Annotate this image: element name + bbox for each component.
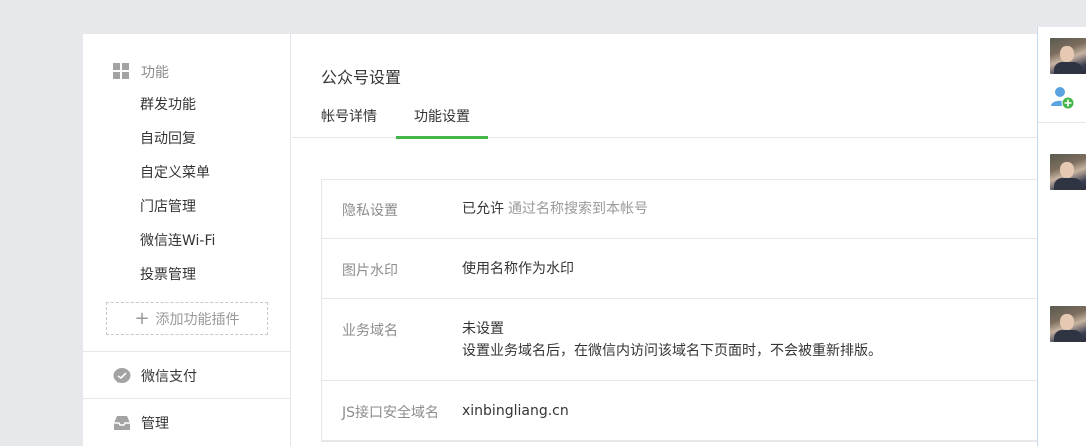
tab-account-details[interactable]: 帐号详情 [321, 106, 377, 138]
add-plugin-button[interactable]: + 添加功能插件 [106, 302, 268, 335]
content-card: 功能 群发功能 自动回复 自定义菜单 门店管理 微信连Wi-Fi 投票管理 + … [82, 33, 1042, 446]
main-content: 公众号设置 帐号详情 功能设置 隐私设置 已允许 通过名称搜索到本帐号 图片水印 … [292, 34, 1041, 446]
right-side-panel [1037, 27, 1086, 446]
sidebar-item-auto-reply[interactable]: 自动回复 [140, 129, 196, 149]
privacy-status: 已允许 [462, 201, 504, 217]
tab-bar: 帐号详情 功能设置 [292, 98, 1041, 139]
avatar[interactable] [1050, 154, 1086, 190]
sidebar-item-mass-send[interactable]: 群发功能 [140, 95, 196, 115]
setting-label: 业务域名 [342, 323, 398, 339]
add-plugin-label: 添加功能插件 [155, 311, 240, 328]
divider [83, 351, 291, 352]
grid-icon [113, 63, 131, 81]
menu-group-function-label: 功能 [141, 65, 169, 81]
sidebar-item-wifi[interactable]: 微信连Wi-Fi [140, 231, 215, 251]
setting-row-privacy: 隐私设置 已允许 通过名称搜索到本帐号 [322, 180, 1041, 239]
divider [83, 398, 291, 399]
setting-value: 已允许 通过名称搜索到本帐号 [462, 198, 648, 220]
setting-row-watermark: 图片水印 使用名称作为水印 [322, 239, 1041, 299]
setting-value: 未设置 设置业务域名后，在微信内访问该域名下页面时，不会被重新排版。 [462, 318, 882, 362]
setting-row-js-domain: JS接口安全域名 xinbingliang.cn [322, 381, 1041, 441]
sidebar-item-wechat-pay[interactable]: 微信支付 [113, 366, 197, 386]
business-domain-status: 未设置 [462, 321, 504, 337]
setting-label: 隐私设置 [342, 203, 398, 219]
sidebar-item-manage[interactable]: 管理 [113, 413, 169, 433]
manage-label: 管理 [141, 416, 169, 432]
setting-value: xinbingliang.cn [462, 403, 569, 419]
page-title: 公众号设置 [321, 68, 402, 87]
privacy-hint: 通过名称搜索到本帐号 [508, 201, 648, 217]
tab-function-settings[interactable]: 功能设置 [396, 106, 488, 139]
business-domain-desc: 设置业务域名后，在微信内访问该域名下页面时，不会被重新排版。 [462, 343, 882, 359]
divider [1038, 122, 1086, 123]
plus-icon: + [134, 307, 150, 329]
setting-value: 使用名称作为水印 [462, 261, 574, 277]
setting-label: JS接口安全域名 [342, 405, 440, 421]
add-user-button[interactable] [1050, 84, 1076, 110]
sidebar-item-vote-manage[interactable]: 投票管理 [140, 265, 196, 285]
wechat-pay-icon [113, 367, 131, 385]
settings-table: 隐私设置 已允许 通过名称搜索到本帐号 图片水印 使用名称作为水印 业务域名 未设… [321, 179, 1041, 442]
menu-group-function: 功能 [113, 62, 169, 82]
sidebar-item-store-manage[interactable]: 门店管理 [140, 197, 196, 217]
setting-row-business-domain: 业务域名 未设置 设置业务域名后，在微信内访问该域名下页面时，不会被重新排版。 [322, 299, 1041, 381]
sidebar-item-custom-menu[interactable]: 自定义菜单 [140, 163, 210, 183]
wechat-pay-label: 微信支付 [141, 369, 197, 385]
add-user-icon [1051, 87, 1075, 110]
inbox-icon [113, 414, 131, 432]
avatar[interactable] [1050, 38, 1086, 74]
avatar[interactable] [1050, 306, 1086, 342]
setting-label: 图片水印 [342, 263, 398, 279]
sidebar: 功能 群发功能 自动回复 自定义菜单 门店管理 微信连Wi-Fi 投票管理 + … [83, 34, 291, 446]
